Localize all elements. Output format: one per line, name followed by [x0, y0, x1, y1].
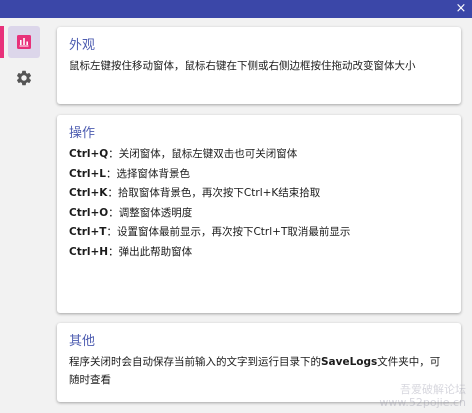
shortcut-desc: ：关闭窗体，鼠标左键双击也可关闭窗体	[108, 148, 298, 160]
shortcut-row: Ctrl+H：弹出此帮助窗体	[69, 243, 449, 263]
watermark-line1: 吾爱破解论坛	[400, 383, 466, 396]
shortcut-key: Ctrl+O	[69, 206, 109, 219]
shortcut-row: Ctrl+L：选择窗体背景色	[69, 165, 449, 185]
other-text-bold: SaveLogs	[321, 356, 378, 368]
appearance-card: 外观 鼠标左键按住移动窗体，鼠标右键在下侧或右侧边框按住拖动改变窗体大小	[57, 27, 461, 104]
sidebar-item-settings[interactable]	[8, 62, 40, 94]
active-indicator	[0, 26, 4, 58]
appearance-text: 鼠标左键按住移动窗体，鼠标右键在下侧或右侧边框按住拖动改变窗体大小	[69, 60, 416, 72]
watermark: 吾爱破解论坛 www.52pojie.cn	[379, 383, 466, 409]
watermark-line2: www.52pojie.cn	[379, 396, 466, 409]
shortcut-list: Ctrl+Q：关闭窗体，鼠标左键双击也可关闭窗体 Ctrl+L：选择窗体背景色 …	[69, 145, 449, 262]
shortcut-row: Ctrl+Q：关闭窗体，鼠标左键双击也可关闭窗体	[69, 145, 449, 165]
other-text-before: 程序关闭时会自动保存当前输入的文字到运行目录下的	[69, 356, 321, 368]
other-title: 其他	[69, 334, 96, 349]
sidebar	[0, 18, 48, 413]
operations-title: 操作	[69, 126, 96, 141]
appearance-title: 外观	[69, 38, 96, 53]
close-button[interactable]: ×	[452, 0, 470, 18]
gear-icon	[15, 69, 33, 87]
shortcut-desc: ：拾取窗体背景色，再次按下Ctrl+K结束拾取	[107, 187, 321, 199]
shortcut-desc: ：设置窗体最前显示，再次按下Ctrl+T取消最前显示	[106, 226, 351, 238]
operations-card: 操作 Ctrl+Q：关闭窗体，鼠标左键双击也可关闭窗体 Ctrl+L：选择窗体背…	[57, 115, 461, 313]
chart-icon	[17, 35, 31, 49]
shortcut-key: Ctrl+L	[69, 167, 106, 180]
shortcut-key: Ctrl+T	[69, 226, 107, 238]
shortcut-desc: ：调整窗体透明度	[108, 206, 193, 219]
sidebar-item-help[interactable]	[8, 26, 40, 58]
shortcut-row: Ctrl+T：设置窗体最前显示，再次按下Ctrl+T取消最前显示	[69, 223, 449, 243]
shortcut-desc: ：弹出此帮助窗体	[108, 245, 193, 258]
shortcut-key: Ctrl+H	[69, 245, 109, 258]
shortcut-desc: ：选择窗体背景色	[106, 167, 190, 180]
shortcut-row: Ctrl+O：调整窗体透明度	[69, 204, 449, 224]
shortcut-row: Ctrl+K：拾取窗体背景色，再次按下Ctrl+K结束拾取	[69, 184, 449, 204]
title-bar: ×	[0, 0, 472, 18]
shortcut-key: Ctrl+Q	[69, 148, 109, 160]
shortcut-key: Ctrl+K	[69, 187, 108, 199]
